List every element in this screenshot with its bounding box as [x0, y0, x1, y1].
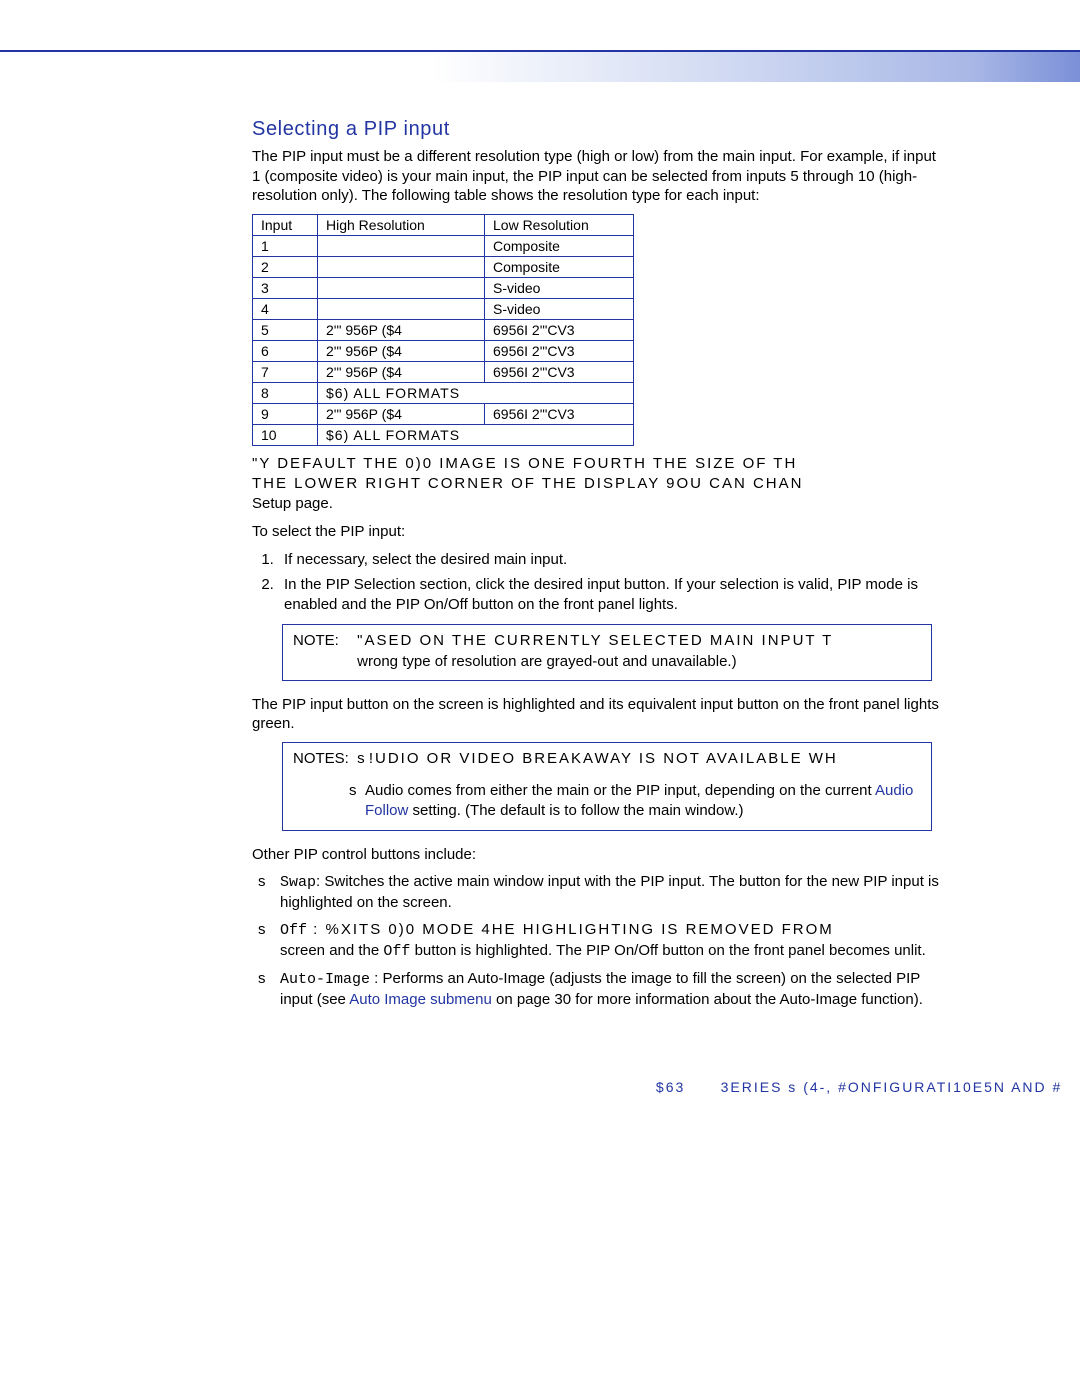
resolution-table: Input High Resolution Low Resolution 1 Co…	[252, 214, 634, 446]
wide-text-line: THE LOWER RIGHT CORNER OF THE DISPLAY 9O…	[252, 475, 803, 492]
footer-left: $63	[656, 1079, 685, 1095]
table-row: 92'" 956P ($46956I 2'"CV3	[253, 403, 634, 424]
cell-input: 1	[253, 235, 318, 256]
after-note-paragraph: The PIP input button on the screen is hi…	[252, 695, 942, 734]
cell-input: 4	[253, 298, 318, 319]
intro-paragraph: The PIP input must be a different resolu…	[252, 147, 942, 206]
cell-high	[318, 277, 485, 298]
cell-input: 9	[253, 403, 318, 424]
table-row: 4 S-video	[253, 298, 634, 319]
notes-box: NOTES: s !UDIO OR VIDEO BREAKAWAY IS NOT…	[282, 742, 932, 831]
bullet-s: s	[258, 969, 266, 989]
table-row: 1 Composite	[253, 235, 634, 256]
cell-input: 6	[253, 340, 318, 361]
bullet-s: s	[349, 781, 357, 801]
off-text-wide: : %XITS 0)0 MODE 4HE HIGHLIGHTING IS REM…	[307, 921, 834, 938]
wide-text-line: !UDIO OR VIDEO BREAKAWAY IS NOT AVAILABL…	[369, 750, 838, 767]
header-gradient-bar	[0, 50, 1080, 82]
auto-image-text: on page 30 for more information about th…	[492, 991, 923, 1008]
auto-image-label: Auto-Image	[280, 971, 370, 988]
cell-high: 2'" 956P ($4	[318, 319, 485, 340]
cell-input: 10	[253, 424, 318, 445]
cell-low: S-video	[485, 277, 634, 298]
cell-low: 6956I 2'"CV3	[485, 403, 634, 424]
step-item: In the PIP Selection section, click the …	[278, 575, 942, 614]
off-label: Off	[280, 922, 307, 939]
cell-input: 3	[253, 277, 318, 298]
table-row: 3 S-video	[253, 277, 634, 298]
cell-high: 2'" 956P ($4	[318, 403, 485, 424]
notes-item-text: Audio comes from either the main or the …	[365, 782, 875, 799]
note-body: "ASED ON THE CURRENTLY SELECTED MAIN INP…	[357, 631, 897, 672]
control-bullets: s Swap: Switches the active main window …	[252, 872, 942, 1009]
steps-list: If necessary, select the desired main in…	[252, 550, 942, 615]
other-controls-text: Other PIP control buttons include:	[252, 845, 942, 865]
cell-low: 6956I 2'"CV3	[485, 319, 634, 340]
notes-label: NOTES:	[293, 749, 353, 769]
setup-page-text: Setup page.	[252, 495, 333, 512]
th-low: Low Resolution	[485, 214, 634, 235]
table-row: 10$6) ALL FORMATS	[253, 424, 634, 445]
bullet-s: s	[258, 920, 266, 940]
cell-high: 2'" 956P ($4	[318, 340, 485, 361]
cell-input: 7	[253, 361, 318, 382]
note-label: NOTE:	[293, 631, 353, 651]
off-text: button is highlighted. The PIP On/Off bu…	[410, 942, 925, 959]
section-heading: Selecting a PIP input	[252, 118, 942, 141]
note-box: NOTE: "ASED ON THE CURRENTLY SELECTED MA…	[282, 624, 932, 681]
notes-body: s !UDIO OR VIDEO BREAKAWAY IS NOT AVAILA…	[357, 749, 897, 769]
table-row: 8$6) ALL FORMATS	[253, 382, 634, 403]
cell-low: Composite	[485, 256, 634, 277]
th-high: High Resolution	[318, 214, 485, 235]
page-content: Selecting a PIP input The PIP input must…	[0, 82, 942, 1009]
off-text: screen and the	[280, 942, 383, 959]
bullet-off: s Off : %XITS 0)0 MODE 4HE HIGHLIGHTING …	[258, 920, 942, 961]
footer-right: 3ERIES s (4-, #ONFIGURATI10E5N AND #	[721, 1079, 1063, 1095]
to-select-text: To select the PIP input:	[252, 522, 942, 542]
cell-span: $6) ALL FORMATS	[318, 424, 634, 445]
table-row: 52'" 956P ($46956I 2'"CV3	[253, 319, 634, 340]
swap-text: : Switches the active main window input …	[280, 873, 939, 911]
auto-image-submenu-link[interactable]: Auto Image submenu	[349, 991, 492, 1008]
note-line: wrong type of resolution are grayed-out …	[357, 653, 736, 670]
cell-low: S-video	[485, 298, 634, 319]
step-item: If necessary, select the desired main in…	[278, 550, 942, 570]
wide-text-line: "ASED ON THE CURRENTLY SELECTED MAIN INP…	[357, 632, 833, 649]
bullet-swap: s Swap: Switches the active main window …	[258, 872, 942, 912]
cell-high: 2'" 956P ($4	[318, 361, 485, 382]
th-input: Input	[253, 214, 318, 235]
cell-input: 8	[253, 382, 318, 403]
cell-low: Composite	[485, 235, 634, 256]
bullet-s: s	[357, 750, 369, 767]
cell-low: 6956I 2'"CV3	[485, 361, 634, 382]
off-label-inline: Off	[383, 943, 410, 960]
bullet-auto-image: s Auto-Image : Performs an Auto-Image (a…	[258, 969, 942, 1009]
swap-label: Swap	[280, 874, 316, 891]
cell-high	[318, 235, 485, 256]
cell-high	[318, 256, 485, 277]
wide-text-line: "Y DEFAULT THE 0)0 IMAGE IS ONE FOURTH T…	[252, 455, 797, 472]
bullet-s: s	[258, 872, 266, 892]
table-row: 62'" 956P ($46956I 2'"CV3	[253, 340, 634, 361]
notes-item-text: setting. (The default is to follow the m…	[413, 802, 744, 819]
table-row: 2 Composite	[253, 256, 634, 277]
cell-input: 5	[253, 319, 318, 340]
cell-high	[318, 298, 485, 319]
cell-span: $6) ALL FORMATS	[318, 382, 634, 403]
table-row: 72'" 956P ($46956I 2'"CV3	[253, 361, 634, 382]
cell-input: 2	[253, 256, 318, 277]
default-text: "Y DEFAULT THE 0)0 IMAGE IS ONE FOURTH T…	[252, 454, 942, 515]
cell-low: 6956I 2'"CV3	[485, 340, 634, 361]
